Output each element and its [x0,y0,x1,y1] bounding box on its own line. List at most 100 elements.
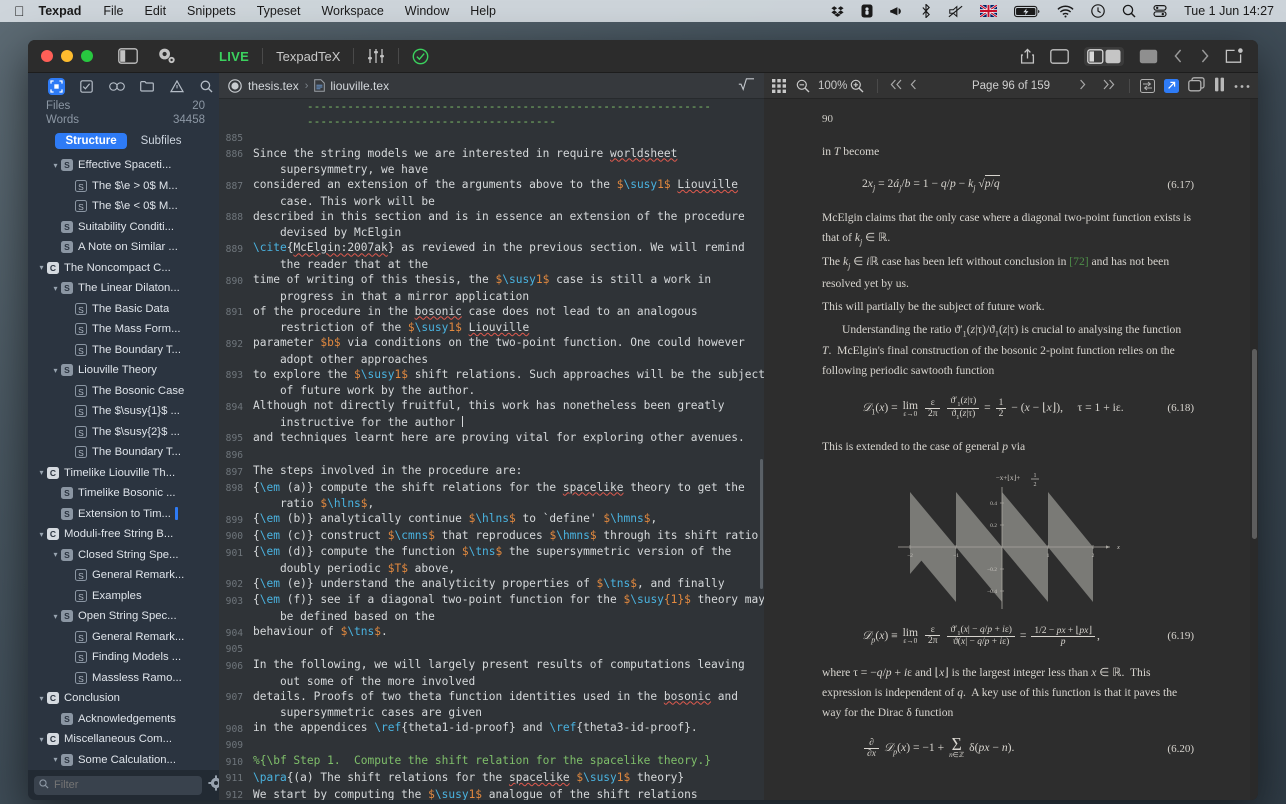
line-text[interactable]: ------------------------------------- [250,114,556,129]
wifi-icon[interactable] [1057,5,1074,18]
sync-icon[interactable] [1140,78,1155,93]
tree-item[interactable]: S The Basic Data [28,299,219,320]
menu-item-window[interactable]: Window [405,4,449,18]
line-text[interactable]: instructive for the author [250,415,463,430]
tree-item[interactable]: ▾ S Effective Spaceti... [28,155,219,176]
line-text[interactable]: {\em (e)} understand the analyticity pro… [250,576,725,593]
code-line[interactable]: supersymmetric cases are given [219,705,764,720]
line-text[interactable]: restriction of the $\susy1$ Liouville [250,320,529,335]
warnings-icon[interactable] [168,78,185,95]
gear-icon[interactable] [157,47,177,65]
line-text[interactable] [250,447,253,464]
chevrons-left-icon[interactable] [889,78,903,94]
folder-icon[interactable] [138,78,155,95]
do-not-disturb-icon[interactable] [948,4,963,18]
zoom-level-label[interactable]: 100% [818,80,847,92]
line-text[interactable]: out some of the more involved [250,674,475,689]
menu-item-texpad[interactable]: Texpad [39,4,82,18]
tree-item[interactable]: S The Mass Form... [28,319,219,340]
code-line[interactable]: be defined based on the [219,609,764,624]
line-text[interactable]: We start by computing the $\susy1$ analo… [250,787,698,800]
code-line[interactable]: 891 of the procedure in the bosonic case … [219,304,764,321]
tree-item[interactable]: S The Boundary T... [28,442,219,463]
line-text[interactable] [250,737,253,754]
code-line[interactable]: ------------------------------------- [219,114,764,129]
line-text[interactable]: Although not directly fruitful, this wor… [250,398,724,415]
bluetooth-icon[interactable] [921,4,931,18]
line-text[interactable]: Since the string models we are intereste… [250,146,677,163]
code-line[interactable]: 912 We start by computing the $\susy1$ an… [219,787,764,800]
line-text[interactable]: case. This work will be [250,194,435,209]
line-text[interactable]: {\em (c)} construct $\cmns$ that reprodu… [250,528,764,545]
pdf-page[interactable]: 90 in T become 2xj = 2áj/b = 1 − q/p − k… [764,99,1250,800]
typeset-engine-label[interactable]: TexpadTeX [276,49,340,64]
code-line[interactable]: doubly periodic $T$ above, [219,561,764,576]
close-button[interactable] [41,50,53,62]
tree-item[interactable]: S Finding Models ... [28,647,219,668]
line-text[interactable]: be defined based on the [250,609,435,624]
code-line[interactable]: 895 and techniques learnt here are provin… [219,430,764,447]
dropbox-icon[interactable] [831,5,844,18]
code-line[interactable]: 890 time of writing of this thesis, the $… [219,272,764,289]
line-text[interactable]: of future work by the author. [250,383,475,398]
filter-input[interactable] [34,775,202,795]
line-text[interactable]: progress in that a mirror application [250,289,529,304]
code-line[interactable]: 910 %{\bf Step 1. Compute the shift relat… [219,753,764,770]
line-text[interactable]: of the procedure in the bosonic case doe… [250,304,698,321]
tree-item[interactable]: S Timelike Bosonic ... [28,483,219,504]
line-text[interactable]: to explore the $\susy1$ shift relations.… [250,367,764,384]
tasks-icon[interactable] [78,78,95,95]
code-line[interactable]: 896 [219,447,764,464]
lastpass-icon[interactable] [861,4,873,18]
tree-item[interactable]: S Suitability Conditi... [28,217,219,238]
tree-item[interactable]: ▾ C Conclusion [28,688,219,709]
code-line[interactable]: 894 Although not directly fruitful, this … [219,398,764,415]
chevron-down-icon[interactable]: ▾ [50,161,61,170]
chevron-down-icon[interactable]: ▾ [50,612,61,621]
sidebar-toggle-icon[interactable] [117,47,139,65]
tree-item[interactable]: S Massless Ramo... [28,668,219,689]
zoom-in-icon[interactable] [850,79,864,93]
code-line[interactable]: the reader that at the [219,257,764,272]
code-line[interactable]: 885 [219,129,764,146]
breadcrumb-file[interactable]: liouville.tex [330,79,389,93]
pdf-citation-link[interactable]: [72] [1069,255,1088,268]
code-line[interactable]: 886 Since the string models we are intere… [219,146,764,163]
menu-item-workspace[interactable]: Workspace [321,4,383,18]
code-line[interactable]: 898 {\em (a)} compute the shift relations… [219,480,764,497]
line-text[interactable]: supersymmetric cases are given [250,705,482,720]
code-line[interactable]: ratio $\hlns$, [219,496,764,511]
chevron-down-icon[interactable]: ▾ [36,468,47,477]
links-icon[interactable] [108,78,125,95]
code-line[interactable]: restriction of the $\susy1$ Liouville [219,320,764,335]
code-line[interactable]: out some of the more involved [219,674,764,689]
code-line[interactable]: 887 considered an extension of the argume… [219,177,764,194]
code-line[interactable]: 888 described in this section and is in e… [219,209,764,226]
code-line[interactable]: 908 in the appendices \ref{theta1-id-proo… [219,720,764,737]
share-icon[interactable] [1020,47,1035,65]
new-window-icon[interactable] [1225,48,1244,64]
line-text[interactable]: {\em (b)} analytically continue $\hlns$ … [250,511,657,528]
more-icon[interactable] [1234,80,1250,92]
tree-item[interactable]: ▾ S Open String Spec... [28,606,219,627]
maximize-button[interactable] [81,50,93,62]
tree-item[interactable]: ▾ C The Noncompact C... [28,258,219,279]
line-text[interactable]: {\em (a)} compute the shift relations fo… [250,480,745,497]
line-text[interactable]: \para{(a) The shift relations for the sp… [250,770,684,787]
chevron-down-icon[interactable]: ▾ [50,284,61,293]
time-machine-icon[interactable] [1091,4,1105,18]
chevron-right-icon[interactable] [1199,48,1210,64]
line-text[interactable]: \cite{McElgin:2007ak} as reviewed in the… [250,240,745,257]
structure-icon[interactable] [48,77,65,95]
open-external-icon[interactable] [1164,78,1179,93]
split-icon[interactable] [1214,77,1225,95]
layout-split-icon[interactable] [1084,46,1124,66]
code-line[interactable]: progress in that a mirror application [219,289,764,304]
code-line[interactable]: ----------------------------------------… [219,99,764,114]
code-line[interactable]: 900 {\em (c)} construct $\cmns$ that repr… [219,528,764,545]
line-text[interactable]: parameter $b$ via conditions on the two-… [250,335,745,352]
code-line[interactable]: 907 details. Proofs of two theta function… [219,689,764,706]
tree-item[interactable]: S The $\e < 0$ M... [28,196,219,217]
code-line[interactable]: 889 \cite{McElgin:2007ak} as reviewed in … [219,240,764,257]
tree-item[interactable]: ▾ C Moduli-free String B... [28,524,219,545]
